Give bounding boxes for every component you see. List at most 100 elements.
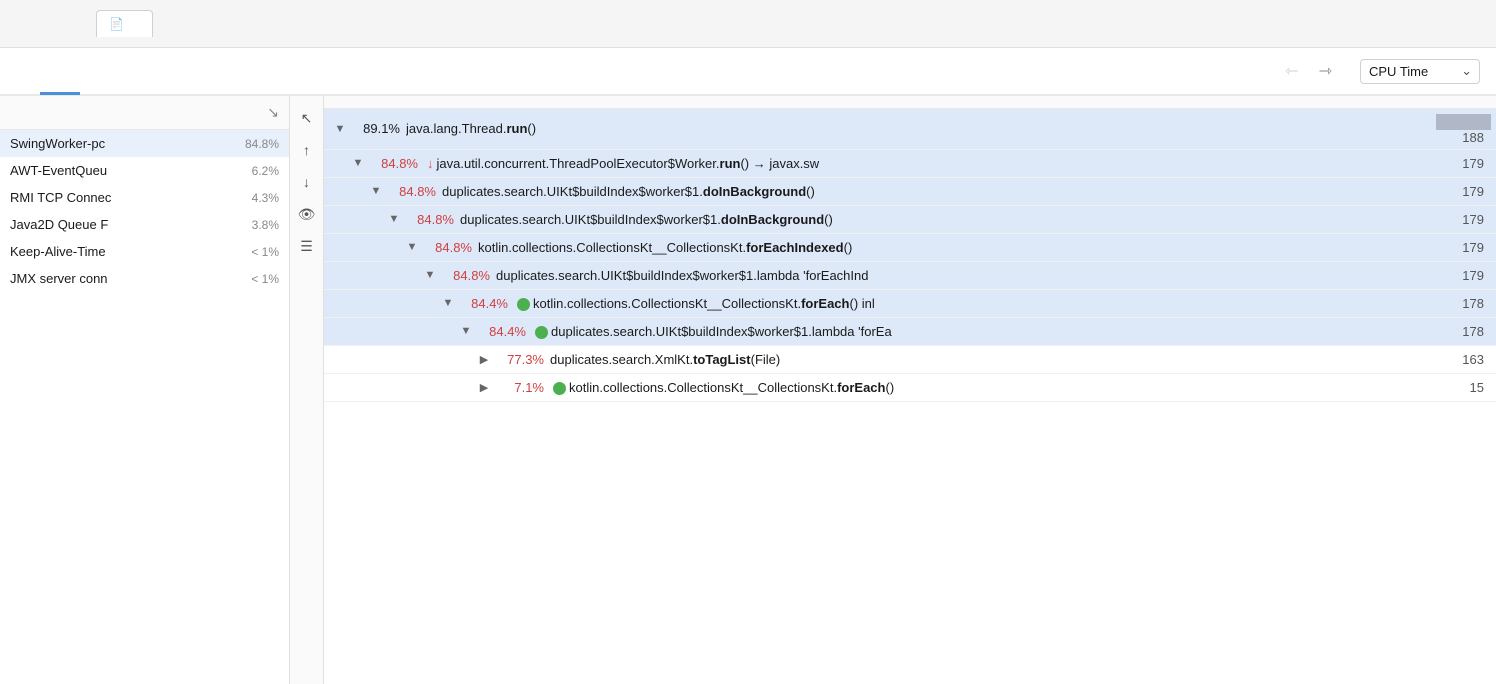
tree-exec: 15 [1436, 380, 1496, 395]
tree-toggle-button[interactable]: ▶ [476, 353, 492, 366]
sidebar-item-name: RMI TCP Connec [10, 190, 111, 205]
tree-exec: 188 [1436, 113, 1496, 145]
back-icon[interactable]: ⇽ [1281, 57, 1302, 85]
tree-exec: 178 [1436, 296, 1496, 311]
sidebar-item-name: Keep-Alive-Time [10, 244, 106, 259]
tree-toggle-button[interactable]: ▼ [404, 241, 420, 253]
eye-icon[interactable]: 👁 [293, 200, 321, 228]
thread-sidebar: ↘ SwingWorker-pc 84.8% AWT-EventQueu 6.2% RM… [0, 96, 290, 684]
show-select[interactable]: CPU Time Wall Time Allocation [1360, 59, 1480, 84]
list-icon[interactable]: ☰ [293, 232, 321, 260]
tree-exec: 179 [1436, 156, 1496, 171]
tree-pct: 84.8% [384, 184, 436, 199]
tree-method: kotlin.collections.CollectionsKt__Collec… [514, 296, 1436, 311]
tree-toggle-button[interactable]: ▼ [332, 123, 348, 135]
tree-row[interactable]: ▼ 84.8% ↓java.util.concurrent.ThreadPool… [324, 150, 1496, 178]
sidebar-item-name: Java2D Queue F [10, 217, 108, 232]
expand-up-button[interactable]: ↑ [293, 136, 321, 164]
tree-exec: 163 [1436, 352, 1496, 367]
tab-flame-graph[interactable] [0, 49, 40, 95]
show-select-wrapper: CPU Time Wall Time Allocation [1360, 59, 1480, 84]
sidebar-item-pct: 84.8% [245, 137, 279, 151]
sort-icon[interactable]: ↘ [267, 104, 279, 121]
tree-method: duplicates.search.UIKt$buildIndex$worker… [532, 324, 1436, 339]
tree-exec: 179 [1436, 184, 1496, 199]
nav-controls: ⇽ ⇾ CPU Time Wall Time Allocation [1281, 57, 1496, 85]
tree-pct: 84.8% [438, 268, 490, 283]
sidebar-item-pct: < 1% [251, 245, 279, 259]
tree-toggle-button[interactable]: ▶ [476, 381, 492, 394]
sidebar-item[interactable]: Keep-Alive-Time < 1% [0, 238, 289, 265]
home-tab[interactable] [40, 1, 80, 48]
sidebar-item[interactable]: SwingWorker-pc 84.8% [0, 130, 289, 157]
tree-rows: ▼ 89.1% java.lang.Thread.run() 188 ▼ 84.… [324, 109, 1496, 402]
sidebar-item-pct: < 1% [251, 272, 279, 286]
nav-tabs-bar: ⇽ ⇾ CPU Time Wall Time Allocation [0, 48, 1496, 96]
tree-method: kotlin.collections.CollectionsKt__Collec… [550, 380, 1436, 395]
sidebar-item[interactable]: RMI TCP Connec 4.3% [0, 184, 289, 211]
tree-method: ↓java.util.concurrent.ThreadPoolExecutor… [424, 156, 1436, 171]
forward-icon[interactable]: ⇾ [1315, 57, 1336, 85]
tree-pct: 89.1% [348, 121, 400, 136]
sidebar-item[interactable]: AWT-EventQueu 6.2% [0, 157, 289, 184]
title-bar: 📄 [0, 0, 1496, 48]
tree-toggle-button[interactable]: ▼ [386, 213, 402, 225]
tree-row[interactable]: ▼ 89.1% java.lang.Thread.run() 188 [324, 109, 1496, 150]
tree-toggle-button[interactable]: ▼ [368, 185, 384, 197]
tree-method: duplicates.search.UIKt$buildIndex$worker… [460, 212, 1436, 227]
file-icon: 📄 [109, 17, 124, 31]
file-tab[interactable]: 📄 [96, 10, 153, 37]
sidebar-item-name: AWT-EventQueu [10, 163, 107, 178]
down-arrow-icon: ↓ [427, 156, 434, 171]
tree-row[interactable]: ▼ 84.4% kotlin.collections.CollectionsKt… [324, 290, 1496, 318]
tab-events[interactable] [160, 49, 200, 95]
tree-toggle-button[interactable]: ▼ [350, 157, 366, 169]
tree-toggle-button[interactable]: ▼ [422, 269, 438, 281]
tree-exec: 179 [1436, 268, 1496, 283]
inline-badge [535, 326, 548, 339]
tree-toggle-button[interactable]: ▼ [440, 297, 456, 309]
tree-row[interactable]: ▶ 7.1% kotlin.collections.CollectionsKt_… [324, 374, 1496, 402]
tree-pct: 77.3% [492, 352, 544, 367]
tree-method: duplicates.search.UIKt$buildIndex$worker… [496, 268, 1436, 283]
tree-exec: 179 [1436, 212, 1496, 227]
tree-pct: 84.8% [366, 156, 418, 171]
sidebar-controls: ↖ ↑ ↓ 👁 ☰ [290, 96, 324, 684]
sidebar-item[interactable]: Java2D Queue F3.8% [0, 211, 289, 238]
tree-row[interactable]: ▼ 84.8% duplicates.search.UIKt$buildInde… [324, 262, 1496, 290]
tree-exec: 179 [1436, 240, 1496, 255]
sidebar-item-name: SwingWorker-pc [10, 136, 105, 151]
tree-method: kotlin.collections.CollectionsKt__Collec… [478, 240, 1436, 255]
sidebar-item-pct: 4.3% [252, 191, 279, 205]
tree-row[interactable]: ▼ 84.8% duplicates.search.UIKt$buildInde… [324, 206, 1496, 234]
tree-row[interactable]: ▼ 84.4% duplicates.search.UIKt$buildInde… [324, 318, 1496, 346]
tree-pct: 84.4% [456, 296, 508, 311]
tree-row[interactable]: ▼ 84.8% duplicates.search.UIKt$buildInde… [324, 178, 1496, 206]
sidebar-item-name: JMX server conn [10, 271, 108, 286]
tree-method: java.lang.Thread.run() [406, 121, 1436, 136]
tree-method: duplicates.search.XmlKt.toTagList(File) [550, 352, 1436, 367]
sidebar-header: ↘ [0, 96, 289, 130]
tree-exec: 178 [1436, 324, 1496, 339]
tree-pct: 84.8% [420, 240, 472, 255]
tree-row[interactable]: ▼ 84.8% kotlin.collections.CollectionsKt… [324, 234, 1496, 262]
call-tree-panel: ▼ 89.1% java.lang.Thread.run() 188 ▼ 84.… [324, 96, 1496, 684]
collapse-all-button[interactable]: ↖ [293, 104, 321, 132]
main-content: ↘ SwingWorker-pc 84.8% AWT-EventQueu 6.2% RM… [0, 96, 1496, 684]
tree-toggle-button[interactable]: ▼ [458, 325, 474, 337]
tree-pct: 84.4% [474, 324, 526, 339]
inline-badge [517, 298, 530, 311]
sidebar-item[interactable]: JMX server conn < 1% [0, 265, 289, 292]
call-tree-header [324, 96, 1496, 109]
expand-down-button[interactable]: ↓ [293, 168, 321, 196]
tab-method-list[interactable] [80, 49, 120, 95]
tree-pct: 84.8% [402, 212, 454, 227]
tree-row[interactable]: ▶ 77.3% duplicates.search.XmlKt.toTagLis… [324, 346, 1496, 374]
inline-badge [553, 382, 566, 395]
tab-call-tree[interactable] [40, 49, 80, 95]
sidebar-item-pct: 6.2% [252, 164, 279, 178]
sidebar-items: SwingWorker-pc 84.8% AWT-EventQueu 6.2% RMI … [0, 130, 289, 292]
tab-timeline[interactable] [120, 49, 160, 95]
tree-pct: 7.1% [492, 380, 544, 395]
tree-method: duplicates.search.UIKt$buildIndex$worker… [442, 184, 1436, 199]
